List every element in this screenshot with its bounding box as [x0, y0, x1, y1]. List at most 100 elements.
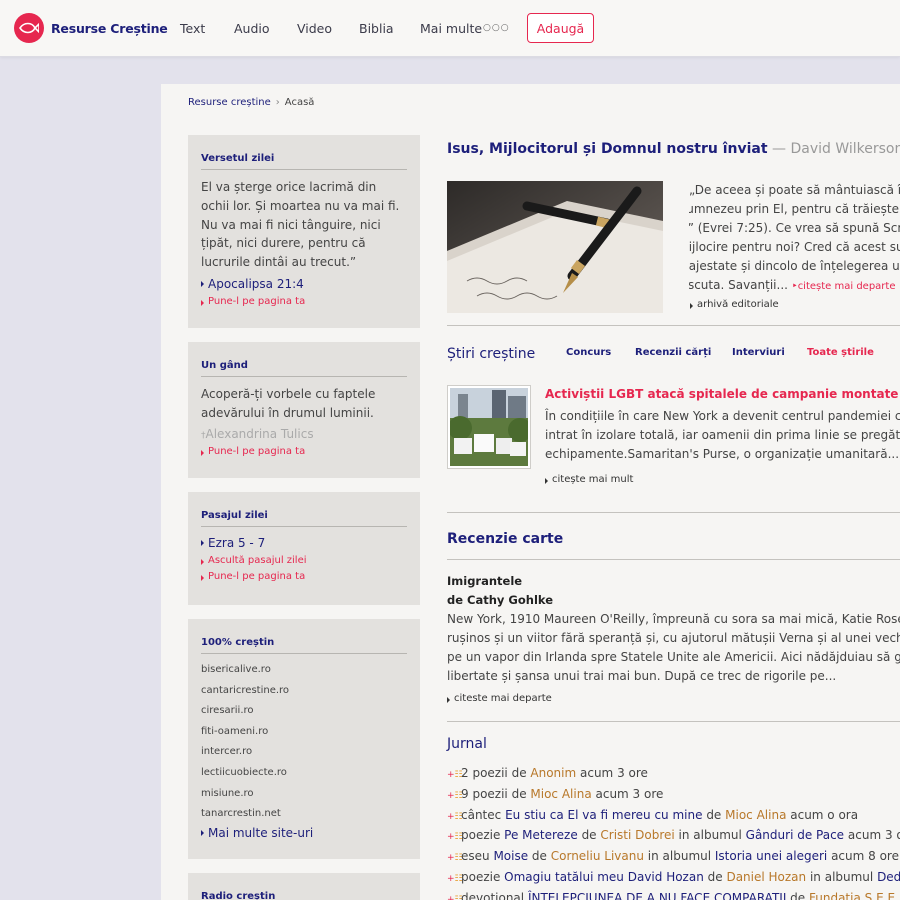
- news-headline[interactable]: Activiștii LGBT atacă spitalele de campa…: [545, 387, 900, 401]
- news-read-more-link[interactable]: citește mai mult: [545, 474, 633, 485]
- divider: [447, 512, 900, 513]
- editorial-read-more-link[interactable]: citește mai departe: [798, 281, 896, 292]
- excerpt-line: majestate și dincolo de înțelegerea uman…: [689, 259, 900, 273]
- entry-author-link[interactable]: Daniel Hozan: [726, 870, 806, 884]
- fish-logo-icon[interactable]: [14, 13, 44, 43]
- journal-entry: +☷9 poezii de Mioc Alina acum 3 ore: [447, 785, 900, 806]
- entry-author-link[interactable]: Mioc Alina: [530, 787, 591, 801]
- editorial-archive-link[interactable]: arhivă editoriale: [690, 299, 779, 310]
- book-line: New York, 1910 Maureen O'Reilly, împreun…: [447, 612, 900, 626]
- entry-text: de: [703, 869, 727, 884]
- divider: [447, 559, 900, 560]
- thought-author[interactable]: †Alexandrina Tulics: [201, 427, 407, 441]
- entry-author-link[interactable]: Corneliu Livanu: [551, 849, 644, 863]
- editorial-title[interactable]: Isus, Mijlocitorul și Domnul nostru învi…: [447, 141, 900, 157]
- site-link[interactable]: ciresarii.ro: [201, 701, 407, 722]
- sites-title: 100% creștin: [201, 619, 407, 654]
- entry-author-link[interactable]: Cristi Dobrei: [600, 828, 674, 842]
- journal-entry-icon: +☷: [447, 853, 463, 864]
- book-section-title[interactable]: Recenzie carte: [447, 531, 563, 547]
- book-excerpt: New York, 1910 Maureen O'Reilly, împreun…: [447, 610, 900, 686]
- editorial-photo[interactable]: [447, 181, 663, 313]
- thought-text: Acoperă-ți vorbele cu faptele adevărului…: [201, 387, 376, 420]
- excerpt-line: ei” (Evrei 7:25). Ce vrea să spună Scrip…: [689, 221, 900, 235]
- entry-text: cântec: [461, 807, 506, 822]
- entry-text: poezie: [461, 828, 505, 843]
- entry-work-link[interactable]: Omagiu tatălui meu David Hozan: [504, 870, 704, 884]
- entry-work-link[interactable]: Pe Metereze: [504, 828, 578, 842]
- passage-title: Pasajul zilei: [201, 492, 407, 527]
- add-button[interactable]: Adaugă: [527, 13, 594, 43]
- editorial-author[interactable]: David Wilkerson: [790, 141, 900, 157]
- tab-interviews[interactable]: Interviuri: [732, 347, 785, 358]
- divider: [447, 325, 900, 326]
- journal-section-title[interactable]: Jurnal: [447, 736, 487, 752]
- entry-work-link[interactable]: Eu stiu ca El va fi mereu cu mine: [505, 808, 702, 822]
- entry-text: eseu: [461, 849, 494, 864]
- sites-list: bisericalive.ro cantaricrestine.ro cires…: [201, 660, 407, 825]
- journal-entry-icon: +☷: [447, 770, 463, 780]
- passage-put-link[interactable]: Pune-l pe pagina ta: [201, 571, 407, 582]
- nav-text[interactable]: Text: [180, 21, 205, 36]
- site-link[interactable]: misiune.ro: [201, 784, 407, 805]
- editorial-title-text[interactable]: Isus, Mijlocitorul și Domnul nostru învi…: [447, 141, 768, 157]
- entry-album-link[interactable]: Istoria unei alegeri: [715, 849, 827, 863]
- entry-text: de: [528, 849, 551, 864]
- journal-entry: +☷eseu Moise de Corneliu Livanu in album…: [447, 847, 900, 868]
- entry-work-link[interactable]: ÎNȚELEPCIUNEA DE A NU FACE COMPARAȚII: [528, 891, 786, 900]
- verse-reference-link[interactable]: Apocalipsa 21:4: [201, 277, 407, 291]
- journal-entry-icon: +☷: [447, 894, 463, 900]
- thought-author-name[interactable]: Alexandrina Tulics: [206, 427, 314, 441]
- nav-more[interactable]: Mai multe: [420, 21, 482, 36]
- book-title[interactable]: Imigrantele: [447, 574, 522, 588]
- nav-audio[interactable]: Audio: [234, 21, 270, 36]
- site-link[interactable]: bisericalive.ro: [201, 660, 407, 681]
- site-link[interactable]: cantaricrestine.ro: [201, 681, 407, 702]
- entry-author-link[interactable]: Mioc Alina: [725, 808, 786, 822]
- news-photo[interactable]: [447, 385, 532, 469]
- thought-title: Un gând: [201, 342, 407, 377]
- entry-text: de: [786, 890, 809, 900]
- news-section-title[interactable]: Știri creștine: [447, 346, 535, 362]
- news-line: intrat în izolare totală, iar oamenii di…: [545, 428, 900, 442]
- divider: [447, 721, 900, 722]
- site-header: Resurse Creștine Text Audio Video Biblia…: [0, 0, 900, 57]
- more-dots-icon[interactable]: ○○○: [483, 23, 510, 33]
- book-author[interactable]: de Cathy Gohlke: [447, 593, 553, 607]
- entry-album-link[interactable]: Gânduri de Pace: [746, 828, 844, 842]
- entry-time: acum 8 ore: [827, 849, 899, 864]
- excerpt-line-last: discuta. Savanții... ‣citește mai depart…: [689, 276, 900, 296]
- site-link[interactable]: intercer.ro: [201, 742, 407, 763]
- page-content: Resurse creștine › Acasă Versetul zilei El…: [161, 84, 900, 900]
- news-line: În condițiile în care New York a devenit…: [545, 409, 900, 423]
- entry-time: acum o ora: [786, 807, 859, 822]
- tab-contest[interactable]: Concurs: [566, 347, 611, 358]
- passage-box: Pasajul zilei Ezra 5 - 7 Ascultă pasajul…: [188, 492, 420, 605]
- verse-box: Versetul zilei El va șterge orice lacrim…: [188, 135, 420, 328]
- thought-put-link[interactable]: Pune-l pe pagina ta: [201, 446, 407, 457]
- site-link[interactable]: fiti-oameni.ro: [201, 722, 407, 743]
- entry-text: poezie: [461, 869, 505, 884]
- more-sites-link[interactable]: Mai multe site-uri: [201, 826, 407, 840]
- nav-biblia[interactable]: Biblia: [359, 21, 394, 36]
- site-link[interactable]: lectiicuobiecte.ro: [201, 763, 407, 784]
- entry-work-link[interactable]: Moise: [493, 849, 528, 863]
- breadcrumb-home[interactable]: Resurse creștine: [188, 97, 271, 108]
- brand-name[interactable]: Resurse Creștine: [51, 21, 168, 36]
- nav-video[interactable]: Video: [297, 21, 332, 36]
- book-read-more-link[interactable]: citeste mai departe: [447, 693, 552, 704]
- tab-all-news[interactable]: Toate știrile: [807, 347, 874, 358]
- passage-listen-link[interactable]: Ascultă pasajul zilei: [201, 555, 407, 566]
- verse-put-link[interactable]: Pune-l pe pagina ta: [201, 296, 407, 307]
- entry-author-link[interactable]: Fundația S.E.E.R.: [809, 891, 900, 900]
- journal-entry: +☷poezie Omagiu tatălui meu David Hozan …: [447, 868, 900, 889]
- book-line: libertate și șansa unui trai mai bun. Du…: [447, 669, 837, 683]
- breadcrumb-current: Acasă: [284, 97, 315, 108]
- tab-book-reviews[interactable]: Recenzii cărți: [635, 347, 711, 358]
- entry-time: acum 3 ore: [576, 766, 648, 780]
- passage-reference-link[interactable]: Ezra 5 - 7: [201, 536, 407, 550]
- journal-entry-icon: +☷: [447, 873, 463, 884]
- site-link[interactable]: tanarcrestin.net: [201, 804, 407, 825]
- entry-author-link[interactable]: Anonim: [530, 766, 576, 780]
- entry-album-link[interactable]: Dedicații: [877, 870, 900, 884]
